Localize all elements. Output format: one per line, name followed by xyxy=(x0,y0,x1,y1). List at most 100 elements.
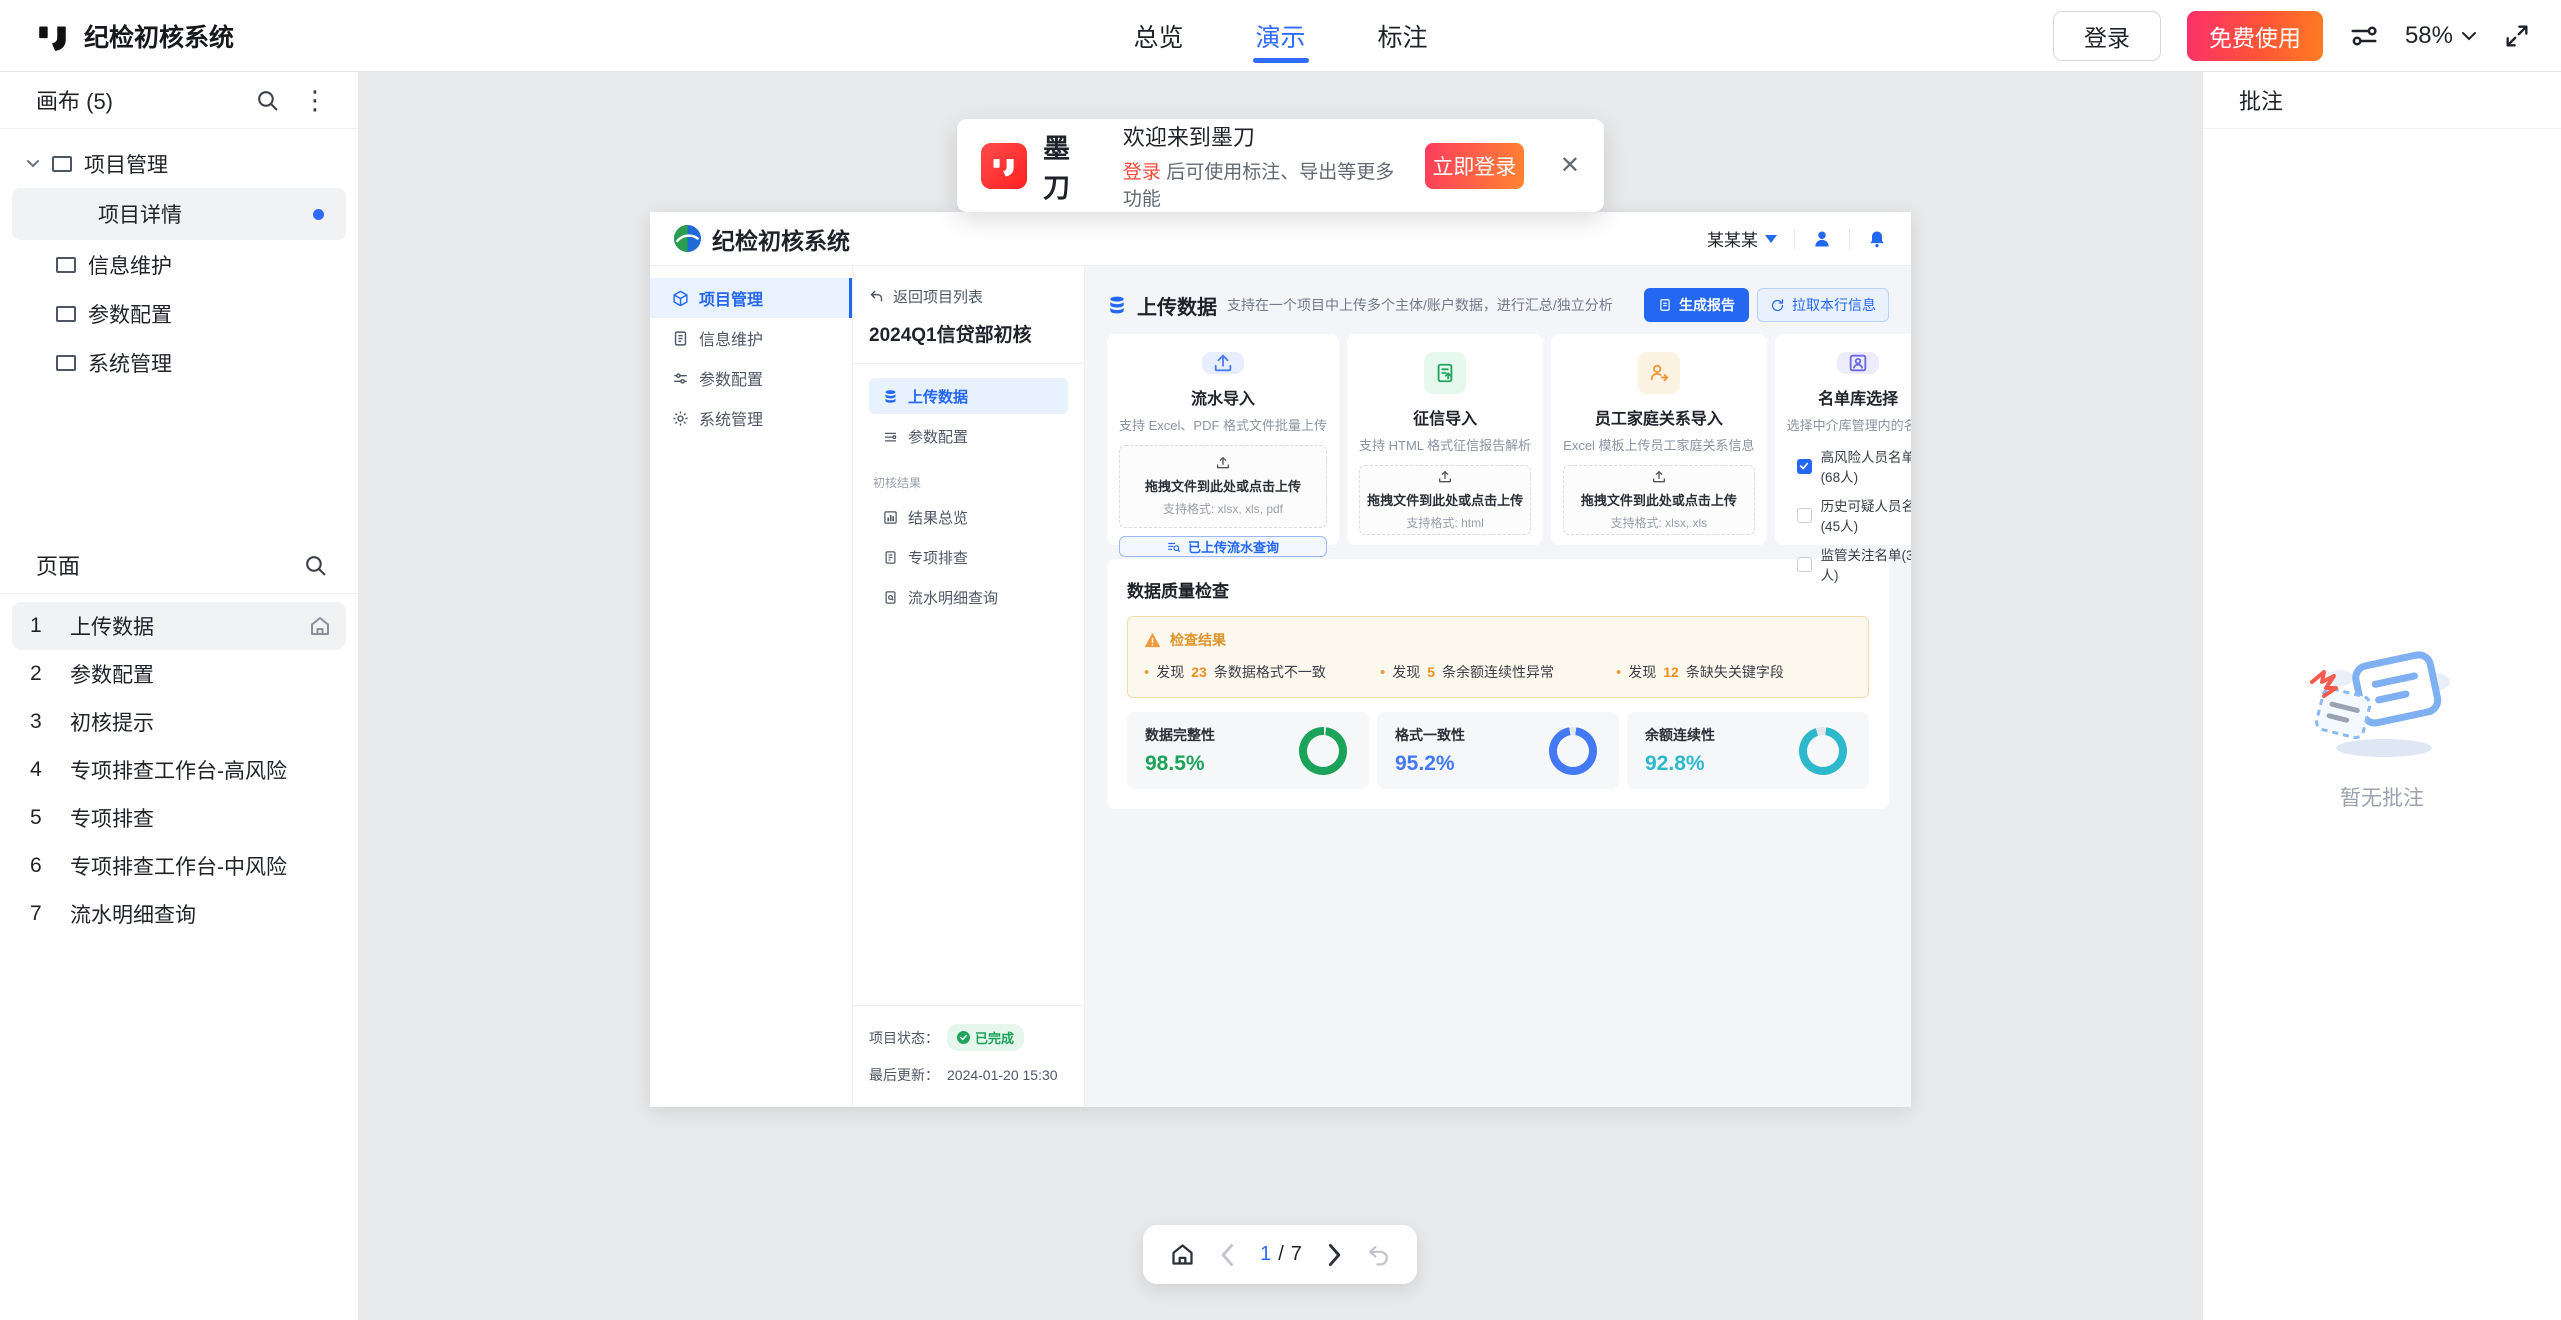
page-number: 5 xyxy=(30,806,70,830)
nav-label: 项目管理 xyxy=(699,286,763,310)
card-desc: 支持 HTML 格式征信报告解析 xyxy=(1359,435,1531,454)
mockup-header: 纪检初核系统 某某某 xyxy=(650,212,1911,266)
id-card-icon xyxy=(1837,352,1879,374)
project-nav-param-config[interactable]: 参数配置 xyxy=(869,418,1068,454)
project-nav-flow-detail-query[interactable]: 流水明细查询 xyxy=(869,579,1068,615)
page-item-3[interactable]: 3 初核提示 xyxy=(12,698,346,746)
login-button[interactable]: 登录 xyxy=(2053,11,2161,61)
tree-item-label: 系统管理 xyxy=(88,348,172,378)
annotations-title: 批注 xyxy=(2239,84,2283,116)
prev-page-icon[interactable] xyxy=(1220,1243,1236,1267)
page-number: 1 xyxy=(30,614,70,638)
card-desc: 选择中介库管理内的名单 xyxy=(1787,415,1911,434)
home-icon[interactable] xyxy=(1169,1241,1196,1268)
free-use-button[interactable]: 免费使用 xyxy=(2187,11,2323,61)
page-item-4[interactable]: 4 专项排查工作台-高风险 xyxy=(12,746,346,794)
tree-item-project-detail[interactable]: 项目详情 xyxy=(12,188,346,240)
chevron-down-icon xyxy=(1765,235,1777,243)
checkbox-unchecked-icon[interactable] xyxy=(1797,557,1812,572)
banner-subtitle: 登录 后可使用标注、导出等更多功能 xyxy=(1123,157,1409,211)
chevron-down-icon[interactable] xyxy=(26,159,40,168)
topbar-actions: 登录 免费使用 58% xyxy=(2053,11,2561,61)
tree-item-label: 项目管理 xyxy=(84,149,168,179)
tree-item-project-management[interactable]: 项目管理 xyxy=(0,139,358,188)
document-icon xyxy=(672,330,689,347)
tab-annotate[interactable]: 标注 xyxy=(1378,0,1428,71)
bell-icon[interactable] xyxy=(1867,229,1887,249)
pages-section-title: 页面 xyxy=(36,549,80,581)
user-icon[interactable] xyxy=(1812,229,1832,249)
check-result-box: 检查结果 • 发现 23 条数据格式不一致 • xyxy=(1127,616,1869,698)
updated-value: 2024-01-20 15:30 xyxy=(947,1067,1058,1083)
tree-item-system-manage[interactable]: 系统管理 xyxy=(0,338,358,387)
fullscreen-icon[interactable] xyxy=(2503,22,2531,50)
nav-item-system-manage[interactable]: 系统管理 xyxy=(650,398,852,438)
login-now-button[interactable]: 立即登录 xyxy=(1425,143,1524,189)
restart-icon[interactable] xyxy=(1366,1242,1391,1267)
page-number: 7 xyxy=(30,902,70,926)
search-icon[interactable] xyxy=(303,553,328,578)
more-options-icon[interactable]: ⋮ xyxy=(302,87,328,113)
nav-item-project-management[interactable]: 项目管理 xyxy=(650,278,852,318)
sliders-icon xyxy=(883,429,898,444)
page-item-7[interactable]: 7 流水明细查询 xyxy=(12,890,346,938)
search-icon[interactable] xyxy=(255,88,280,113)
option-regulatory-watch[interactable]: 监管关注名单(32人) xyxy=(1797,544,1911,584)
banner-login-link[interactable]: 登录 xyxy=(1123,162,1161,183)
document-list-icon xyxy=(883,550,898,565)
frame-icon xyxy=(52,156,72,172)
upload-icon xyxy=(1202,352,1244,374)
metric-balance-continuity: 余额连续性 92.8% xyxy=(1627,712,1869,789)
project-nav-upload-data[interactable]: 上传数据 xyxy=(869,378,1068,414)
card-title: 名单库选择 xyxy=(1818,385,1898,409)
upload-tray-icon xyxy=(1651,469,1667,485)
page-item-5[interactable]: 5 专项排查 xyxy=(12,794,346,842)
user-menu[interactable]: 某某某 xyxy=(1707,226,1777,251)
flow-dropzone[interactable]: 拖拽文件到此处或点击上传 支持格式: xlsx, xls, pdf xyxy=(1119,445,1327,528)
app-logo-icon xyxy=(36,19,70,53)
nav-item-param-config[interactable]: 参数配置 xyxy=(650,358,852,398)
option-high-risk[interactable]: 高风险人员名单(68人) xyxy=(1797,446,1911,486)
page-number: 2 xyxy=(30,662,70,686)
page-separator: / xyxy=(1278,1243,1284,1266)
page-item-2[interactable]: 2 参数配置 xyxy=(12,650,346,698)
check-circle-icon xyxy=(957,1031,970,1044)
page-label: 上传数据 xyxy=(70,611,308,641)
family-dropzone[interactable]: 拖拽文件到此处或点击上传 支持格式: xlsx, xls xyxy=(1563,465,1754,535)
project-nav-result-overview[interactable]: 结果总览 xyxy=(869,499,1068,535)
settings-sliders-icon[interactable] xyxy=(2349,21,2379,51)
project-nav-special-check[interactable]: 专项排查 xyxy=(869,539,1068,575)
tab-overview[interactable]: 总览 xyxy=(1133,0,1183,71)
checkbox-unchecked-icon[interactable] xyxy=(1797,508,1812,523)
nav-label: 结果总览 xyxy=(908,507,968,528)
card-title: 征信导入 xyxy=(1413,405,1477,429)
annotations-empty-state: 暂无批注 xyxy=(2203,630,2561,812)
card-flow-import: 流水导入 支持 Excel、PDF 格式文件批量上传 拖拽文件到此处或点击上传 … xyxy=(1107,334,1339,545)
uploaded-flow-query-button[interactable]: 已上传流水查询 xyxy=(1119,536,1327,557)
generate-report-button[interactable]: 生成报告 xyxy=(1644,288,1749,322)
metric-format-consistency: 格式一致性 95.2% xyxy=(1377,712,1619,789)
next-page-icon[interactable] xyxy=(1326,1243,1342,1267)
back-to-projects[interactable]: 返回项目列表 xyxy=(869,286,1068,307)
mockup-content: 上传数据 支持在一个项目中上传多个主体/账户数据，进行汇总/独立分析 生成报告 … xyxy=(1085,266,1911,1107)
page-item-1[interactable]: 1 上传数据 xyxy=(12,602,346,650)
design-canvas[interactable]: 墨刀 欢迎来到墨刀 登录 后可使用标注、导出等更多功能 立即登录 ✕ 纪检初核系… xyxy=(359,72,2202,1320)
checkbox-checked-icon[interactable] xyxy=(1797,459,1812,474)
tree-item-info-maintain[interactable]: 信息维护 xyxy=(0,240,358,289)
content-header: 上传数据 支持在一个项目中上传多个主体/账户数据，进行汇总/独立分析 生成报告 … xyxy=(1107,288,1889,322)
close-icon[interactable]: ✕ xyxy=(1560,151,1580,180)
card-credit-import: 征信导入 支持 HTML 格式征信报告解析 拖拽文件到此处或点击上传 支持格式:… xyxy=(1347,334,1543,545)
nav-label: 系统管理 xyxy=(699,406,763,430)
credit-dropzone[interactable]: 拖拽文件到此处或点击上传 支持格式: html xyxy=(1359,465,1531,535)
tree-item-param-config[interactable]: 参数配置 xyxy=(0,289,358,338)
pages-list: 1 上传数据 2 参数配置 3 初核提示 4 专项排查工作台-高风险 5 专项排… xyxy=(0,594,358,938)
database-icon xyxy=(1107,295,1127,315)
tab-present[interactable]: 演示 xyxy=(1255,0,1305,71)
option-history-suspicious[interactable]: 历史可疑人员名单(45人) xyxy=(1797,495,1911,535)
pull-bank-info-button[interactable]: 拉取本行信息 xyxy=(1757,288,1889,322)
modao-brand-text: 墨刀 xyxy=(1043,127,1093,205)
cube-icon xyxy=(672,290,689,307)
nav-item-info-maintain[interactable]: 信息维护 xyxy=(650,318,852,358)
page-item-6[interactable]: 6 专项排查工作台-中风险 xyxy=(12,842,346,890)
zoom-control[interactable]: 58% xyxy=(2405,22,2477,50)
